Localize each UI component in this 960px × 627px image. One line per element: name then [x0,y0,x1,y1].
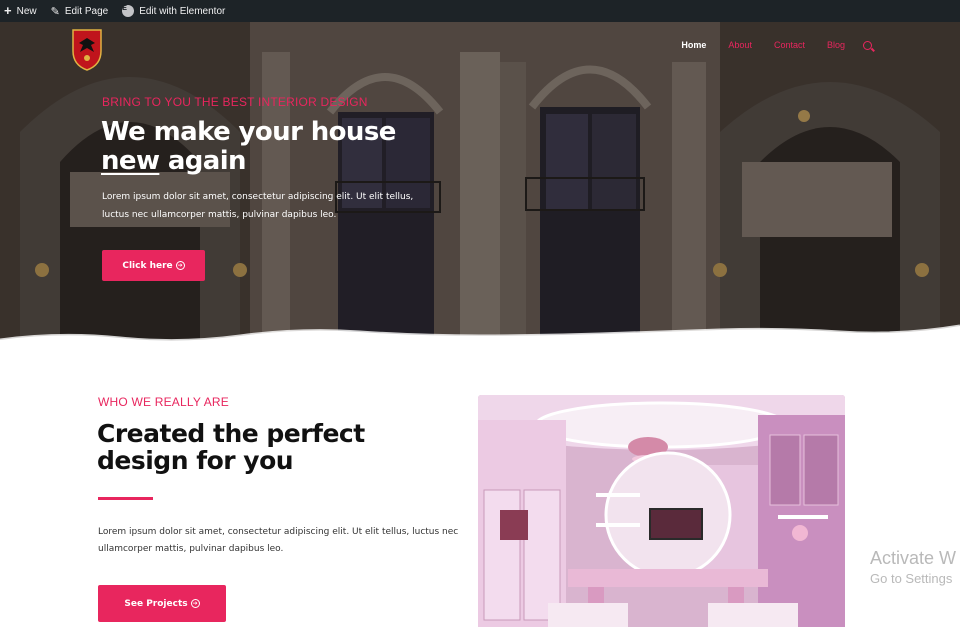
watermark-line2: Go to Settings [870,571,953,586]
hero-title: We make your house new again [101,118,396,176]
wp-admin-bar: + New ✎ Edit Page E Edit with Elementor [0,0,960,22]
main-nav: Home About Contact Blog [659,40,872,50]
pink-bedroom-image [478,395,845,627]
arrow-right-circle-icon: ➔ [190,599,200,608]
new-label: New [16,5,37,17]
windows-activation-watermark: Activate W Go to Settings [870,548,956,586]
hero-title-line1: We make your house [101,117,396,147]
plus-icon: + [4,3,12,18]
nav-contact[interactable]: Contact [774,40,805,50]
accent-divider [98,497,153,500]
elementor-label: Edit with Elementor [139,5,226,17]
hero-title-underlined: new [101,146,160,176]
click-here-button[interactable]: Click here ➔ [102,250,205,281]
search-icon[interactable] [863,40,872,50]
site-logo[interactable] [70,27,104,71]
click-here-label: Click here [122,260,173,271]
edit-with-elementor-link[interactable]: E Edit with Elementor [122,5,225,17]
nav-home[interactable]: Home [681,40,706,50]
about-subtitle: WHO WE REALLY ARE [98,395,229,409]
nav-about[interactable]: About [728,40,752,50]
about-text: Lorem ipsum dolor sit amet, consectetur … [98,527,459,554]
see-projects-button[interactable]: See Projects ➔ [98,585,226,622]
see-projects-label: See Projects [124,598,188,609]
wave-divider [0,324,960,362]
edit-page-link[interactable]: ✎ Edit Page [51,5,109,18]
hero-title-line2: again [159,146,247,176]
edit-page-label: Edit Page [64,5,109,17]
elementor-icon: E [122,5,135,17]
arrow-right-circle-icon: ➔ [175,261,185,270]
hero-section: Home About Contact Blog BRING TO YOU THE… [0,22,960,352]
hero-text: Lorem ipsum dolor sit amet, consectetur … [102,192,414,220]
watermark-line1: Activate W [870,548,957,568]
about-title: Created the perfect design for you [97,419,365,475]
pencil-icon: ✎ [50,5,60,18]
new-menu[interactable]: + New [4,3,37,18]
nav-blog[interactable]: Blog [827,40,845,50]
building-background-image [0,22,960,352]
hero-subtitle: BRING TO YOU THE BEST INTERIOR DESIGN [102,95,368,109]
